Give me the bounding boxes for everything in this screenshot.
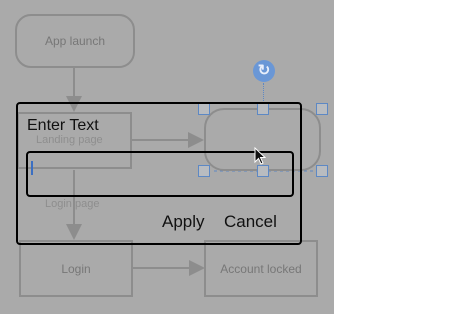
node-login[interactable]: Login bbox=[19, 240, 133, 297]
dialog-title: Enter Text bbox=[27, 117, 99, 134]
mouse-pointer-icon bbox=[254, 147, 266, 165]
node-account-locked[interactable]: Account locked bbox=[204, 240, 318, 297]
rotate-icon[interactable]: ↻ bbox=[253, 60, 275, 82]
apply-button[interactable]: Apply bbox=[162, 212, 205, 232]
resize-handle-bottom-right[interactable] bbox=[316, 165, 328, 177]
rotate-stem bbox=[263, 83, 264, 103]
text-caret bbox=[31, 161, 33, 175]
node-login-label: Login bbox=[61, 261, 91, 276]
empty-area bbox=[334, 0, 450, 314]
node-app-launch-label: App launch bbox=[44, 34, 106, 48]
node-app-launch[interactable]: App launch bbox=[15, 14, 135, 68]
cancel-button[interactable]: Cancel bbox=[224, 212, 277, 232]
screen: App launch Login Account locked Landing … bbox=[0, 0, 450, 314]
text-entry-dialog: Enter Text Apply Cancel bbox=[16, 102, 302, 245]
resize-handle-top-right[interactable] bbox=[316, 103, 328, 115]
diagram-canvas[interactable]: App launch Login Account locked Landing … bbox=[0, 0, 334, 314]
node-account-locked-label: Account locked bbox=[220, 261, 302, 276]
